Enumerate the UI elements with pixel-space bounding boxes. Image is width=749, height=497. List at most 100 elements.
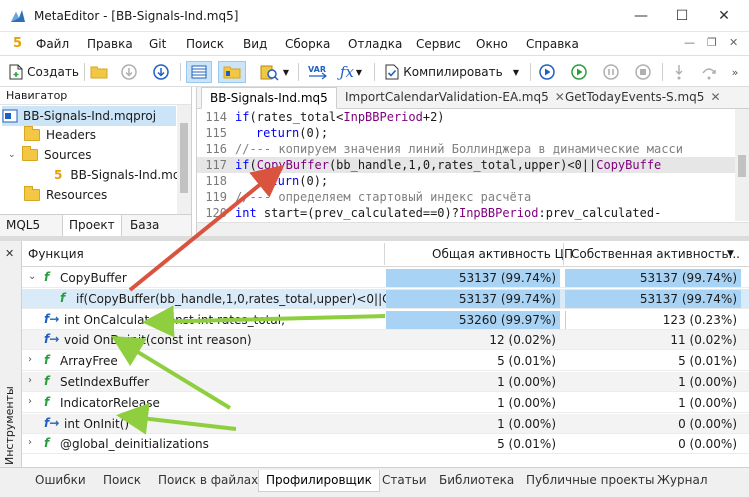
step-into-button[interactable]: [668, 61, 690, 83]
menu-build[interactable]: Сборка: [285, 37, 330, 51]
styler-button[interactable]: ▼: [256, 61, 292, 83]
start-debug-real-button[interactable]: [536, 61, 558, 83]
profiler-row[interactable]: › f ArrayFree 5 (0.01%) 5 (0.01%): [22, 351, 749, 372]
close-tab-icon[interactable]: ✕: [710, 90, 720, 104]
scrollbar-thumb[interactable]: [738, 155, 746, 177]
toolbar-more-button[interactable]: »: [726, 61, 744, 83]
menu-help[interactable]: Справка: [526, 37, 579, 51]
toggle-navigator-button[interactable]: [186, 61, 212, 83]
tab-search-in-files[interactable]: Поиск в файлах: [151, 470, 265, 492]
scrollbar-thumb[interactable]: [180, 123, 188, 193]
profiler-row[interactable]: ⌄ f CopyBuffer 53137 (99.74%) 53137 (99.74%): [22, 268, 749, 288]
menu-git[interactable]: Git: [149, 37, 166, 51]
pause-button[interactable]: [600, 61, 622, 83]
mdi-restore-button[interactable]: ❐: [707, 36, 717, 49]
insert-variable-button[interactable]: VAR: [304, 61, 332, 83]
tab-articles[interactable]: Статьи: [375, 470, 434, 492]
nav-item-resources[interactable]: Resources: [24, 185, 107, 205]
close-button[interactable]: ✕: [710, 6, 738, 26]
create-button[interactable]: Создать: [8, 61, 80, 83]
tab-profiler[interactable]: Профилировщик: [258, 470, 380, 492]
editor-tab-import-calendar[interactable]: BB-Signals-Ind.mq5ImportCalendarValidati…: [337, 87, 573, 109]
create-label: Создать: [27, 65, 79, 79]
compile-dropdown-button[interactable]: ▼: [508, 61, 524, 83]
save-button[interactable]: [150, 61, 172, 83]
profiler-row[interactable]: › f SetIndexBuffer 1 (0.00%) 1 (0.00%): [22, 372, 749, 392]
tab-library[interactable]: Библиотека: [432, 470, 521, 492]
chevron-down-icon[interactable]: ⌄: [28, 271, 36, 282]
chevron-right-icon[interactable]: ›: [28, 437, 32, 448]
menu-search[interactable]: Поиск: [186, 37, 224, 51]
code-line[interactable]: 120 int start=(prev_calculated==0)?InpBBP…: [197, 205, 749, 221]
step-over-button[interactable]: [698, 61, 720, 83]
nav-item-sources[interactable]: ⌄ Sources: [8, 145, 91, 165]
folder-icon: [90, 66, 108, 79]
profiler-row[interactable]: › f IndicatorRelease 1 (0.00%) 1 (0.00%): [22, 393, 749, 413]
menu-debug[interactable]: Отладка: [348, 37, 402, 51]
activity-value: 1 (0.00%): [497, 375, 556, 389]
profiler-row[interactable]: › f @global_deinitializations 5 (0.01%) 0 (0…: [22, 434, 749, 455]
chevron-right-icon[interactable]: ›: [28, 396, 32, 407]
code-area[interactable]: 114 if(rates_total<InpBBPeriod+2) 115 retu…: [197, 109, 749, 221]
mdi-close-button[interactable]: ✕: [729, 36, 738, 49]
nav-item-project[interactable]: BB-Signals-Ind.mqproj: [2, 106, 176, 126]
tab-errors[interactable]: Ошибки: [28, 470, 93, 492]
code-text: return(0);: [227, 173, 328, 189]
menu-edit[interactable]: Правка: [87, 37, 133, 51]
profiler-row[interactable]: f→ int OnCalculate(const int rates_total,…: [22, 310, 749, 330]
chevron-right-icon[interactable]: ›: [28, 375, 32, 386]
column-total-cpu[interactable]: Общая активность ЦП: [432, 247, 573, 261]
menu-file[interactable]: Файл: [36, 37, 69, 51]
tab-database[interactable]: База: [124, 215, 165, 237]
code-line[interactable]: 116 //--- копируем значения линий Боллинд…: [197, 141, 749, 157]
editor-vertical-scrollbar[interactable]: [735, 109, 749, 221]
tab-search[interactable]: Поиск: [96, 470, 148, 492]
mdi-minimize-button[interactable]: —: [684, 36, 695, 49]
profiler-row[interactable]: f→ int OnInit() 1 (0.00%) 0 (0.00%): [22, 413, 749, 434]
code-line[interactable]: 117 if(CopyBuffer(bb_handle,1,0,rates_tot…: [197, 157, 749, 173]
menu-tools[interactable]: Сервис: [416, 37, 461, 51]
chevron-down-icon[interactable]: ⌄: [8, 150, 22, 160]
close-icon[interactable]: ✕: [5, 247, 14, 260]
menu-view[interactable]: Вид: [243, 37, 267, 51]
code-text: if(rates_total<InpBBPeriod+2): [235, 109, 445, 125]
code-token: CopyBuffe: [596, 158, 662, 172]
minimize-button[interactable]: —: [627, 6, 655, 26]
menu-window[interactable]: Окно: [476, 37, 508, 51]
editor-tab-bb-signals[interactable]: BB-Signals-Ind.mq5: [201, 87, 337, 109]
code-line[interactable]: 118 return(0);: [197, 173, 749, 189]
toggle-toolbox-button[interactable]: [218, 61, 246, 83]
tab-journal[interactable]: Журнал: [650, 470, 715, 492]
chevron-right-icon[interactable]: ›: [28, 354, 32, 365]
nav-item-headers[interactable]: Headers: [24, 125, 96, 145]
tab-mql5[interactable]: MQL5: [0, 215, 46, 237]
tab-project[interactable]: Проект: [62, 215, 122, 237]
code-token: (0);: [299, 126, 329, 140]
pause-icon: [603, 64, 619, 80]
open-folder-button[interactable]: [88, 61, 110, 83]
compile-button[interactable]: Компилировать: [382, 61, 506, 83]
code-line[interactable]: 119 //--- определяем стартовый индекс рас…: [197, 189, 749, 205]
editor-horizontal-scrollbar[interactable]: [197, 222, 749, 236]
function-name: int OnInit(): [64, 416, 130, 431]
editor-tab-label: BB-Signals-Ind.mq5: [210, 91, 328, 105]
back-button[interactable]: [118, 61, 140, 83]
tab-public-projects[interactable]: Публичные проекты: [519, 470, 662, 492]
code-token: (: [249, 158, 257, 172]
code-line[interactable]: 115 return(0);: [197, 125, 749, 141]
nav-item-source-file[interactable]: 5 BB-Signals-Ind.mq5: [54, 165, 188, 185]
code-line[interactable]: 114 if(rates_total<InpBBPeriod+2): [197, 109, 749, 125]
sort-down-icon[interactable]: ▼: [727, 249, 734, 259]
profiler-row[interactable]: f if(CopyBuffer(bb_handle,1,0,rates_total…: [22, 288, 749, 309]
editor-tab-get-today-events[interactable]: GetTodayEvents-S.mq5 ✕: [557, 87, 729, 109]
stop-button[interactable]: [632, 61, 654, 83]
code-text: //--- копируем значения линий Боллинджер…: [235, 141, 683, 157]
column-function[interactable]: Функция: [28, 247, 84, 261]
insert-function-button[interactable]: ƒx ▼: [336, 61, 366, 83]
maximize-button[interactable]: ☐: [668, 6, 696, 26]
navigator-scrollbar[interactable]: [177, 105, 191, 214]
nav-item-label: Resources: [46, 188, 108, 202]
start-debug-history-button[interactable]: [568, 61, 590, 83]
profiler-row[interactable]: f→ void OnDeinit(const int reason) 12 (0.0…: [22, 330, 749, 351]
column-self-cpu[interactable]: Собственная активность...: [571, 247, 740, 261]
